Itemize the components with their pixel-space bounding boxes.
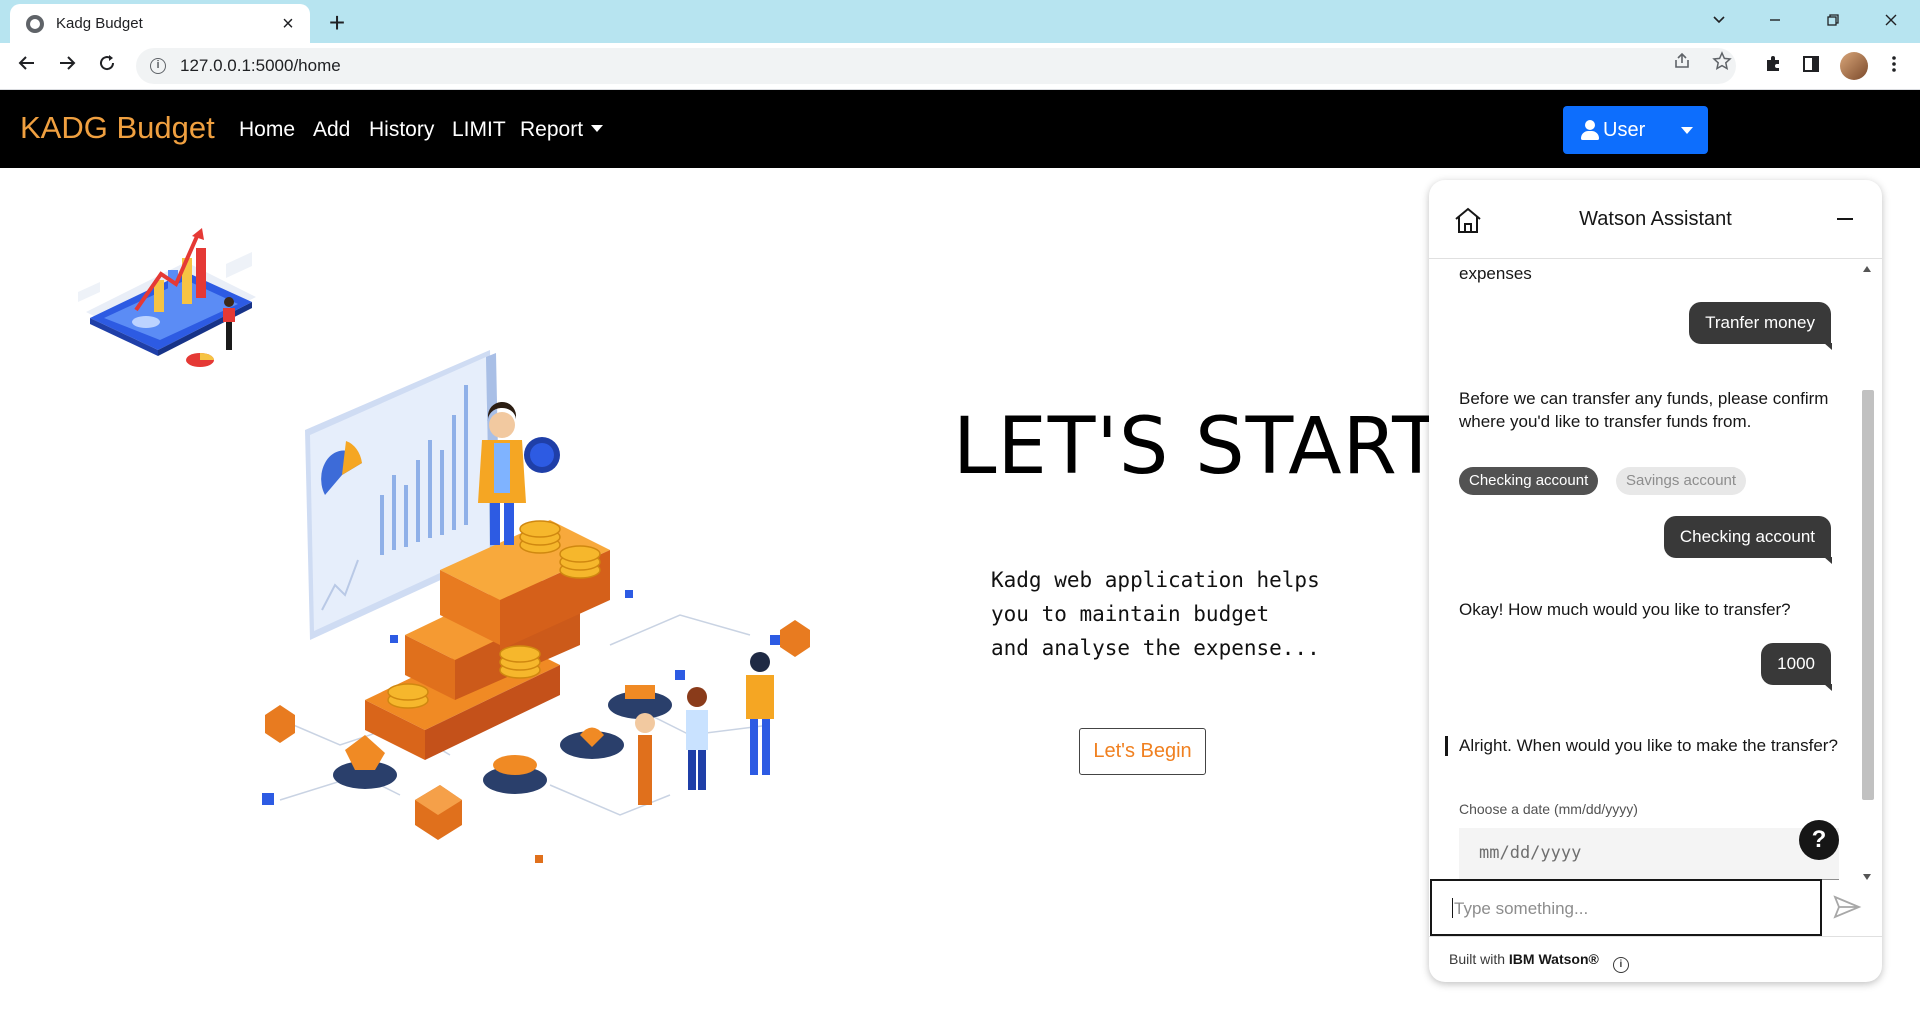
nav-report-label: Report [520, 118, 584, 141]
profile-avatar[interactable] [1840, 52, 1868, 80]
more-menu-icon[interactable] [1881, 54, 1907, 80]
back-icon[interactable] [12, 51, 42, 81]
hero-description: Kadg web application helps you to mainta… [991, 568, 1320, 660]
address-bar[interactable]: i 127.0.0.1:5000/home [136, 48, 1736, 84]
close-window-icon[interactable] [1868, 6, 1914, 36]
nav-add[interactable]: Add [313, 118, 350, 142]
info-icon[interactable]: i [1612, 957, 1629, 973]
user-menu-button[interactable]: User [1563, 106, 1708, 154]
assistant-messages[interactable]: expenses Tranfer money Before we can tra… [1429, 260, 1869, 888]
browser-toolbar: i 127.0.0.1:5000/home [0, 43, 1920, 90]
send-icon[interactable] [1829, 892, 1863, 922]
bot-message: Alright. When would you like to make the… [1459, 736, 1838, 755]
minimize-icon[interactable] [1837, 218, 1853, 220]
nav-limit[interactable]: LIMIT [452, 118, 506, 142]
app-navbar: KADG Budget Home Add History LIMIT Repor… [0, 90, 1920, 168]
assistant-scrollbar[interactable] [1861, 260, 1875, 888]
scroll-down-icon[interactable] [1863, 874, 1871, 880]
budget-chart-illustration [78, 228, 256, 367]
share-icon[interactable] [1670, 51, 1694, 75]
nav-report-dropdown[interactable]: Report [520, 118, 604, 142]
browser-tab-strip: Kadg Budget × + [0, 0, 1920, 43]
watson-assistant-panel: Watson Assistant expenses Tranfer money … [1429, 180, 1882, 982]
reload-icon[interactable] [92, 51, 122, 81]
footer-prefix: Built with [1449, 951, 1509, 967]
tab-close-icon[interactable]: × [278, 14, 298, 34]
user-icon [1581, 120, 1599, 140]
forward-icon[interactable] [52, 51, 82, 81]
footer-brand: IBM Watson® [1508, 951, 1599, 967]
chevron-down-icon [1681, 126, 1693, 134]
tab-search-icon[interactable] [1696, 6, 1742, 36]
nav-history[interactable]: History [369, 118, 434, 142]
message-input[interactable]: Type something... [1430, 879, 1822, 936]
bot-message: Before we can transfer any funds, please… [1459, 389, 1829, 431]
url-text: 127.0.0.1:5000/home [180, 56, 341, 75]
bookmark-star-icon[interactable] [1710, 51, 1734, 75]
chevron-down-icon [591, 125, 604, 132]
extensions-puzzle-icon[interactable] [1760, 54, 1786, 80]
globe-icon [26, 14, 44, 33]
assistant-title: Watson Assistant [1579, 208, 1732, 230]
scroll-up-icon[interactable] [1863, 266, 1871, 272]
message-placeholder: Type something... [1454, 899, 1589, 918]
date-field[interactable]: mm/dd/yyyy [1459, 828, 1839, 880]
finance-growth-illustration [262, 350, 810, 863]
assistant-footer: Built with IBM Watson® i [1429, 936, 1882, 982]
side-panel-icon[interactable] [1798, 54, 1824, 80]
focus-indicator [1445, 736, 1448, 756]
user-button-label: User [1603, 118, 1646, 141]
minimize-icon[interactable] [1752, 6, 1798, 36]
tab-title: Kadg Budget [56, 15, 143, 32]
option-checking-account[interactable]: Checking account [1459, 467, 1599, 495]
user-dropdown-toggle[interactable] [1666, 106, 1708, 154]
help-button[interactable]: ? [1799, 820, 1839, 860]
brand-logo[interactable]: KADG Budget [20, 110, 215, 146]
site-info-icon[interactable]: i [150, 58, 166, 74]
lets-begin-button[interactable]: Let's Begin [1079, 728, 1206, 775]
user-message: Checking account [1663, 516, 1833, 564]
new-tab-button[interactable]: + [322, 9, 352, 39]
bot-message: expenses [1459, 264, 1532, 283]
restore-icon[interactable] [1810, 6, 1856, 36]
text-cursor [1452, 898, 1453, 918]
nav-home[interactable]: Home [239, 118, 295, 142]
option-group: Checking account Savings account [1459, 467, 1859, 495]
assistant-header: Watson Assistant [1429, 180, 1882, 259]
user-button-main[interactable]: User [1563, 119, 1666, 142]
user-message: 1000 [1761, 643, 1832, 691]
bot-message: Okay! How much would you like to transfe… [1459, 600, 1791, 619]
browser-tab[interactable]: Kadg Budget × [10, 4, 310, 43]
option-savings-account[interactable]: Savings account [1616, 467, 1747, 495]
scrollbar-thumb[interactable] [1862, 390, 1874, 800]
user-message: Tranfer money [1689, 302, 1832, 350]
date-label: Choose a date (mm/dd/yyyy) [1459, 801, 1638, 817]
